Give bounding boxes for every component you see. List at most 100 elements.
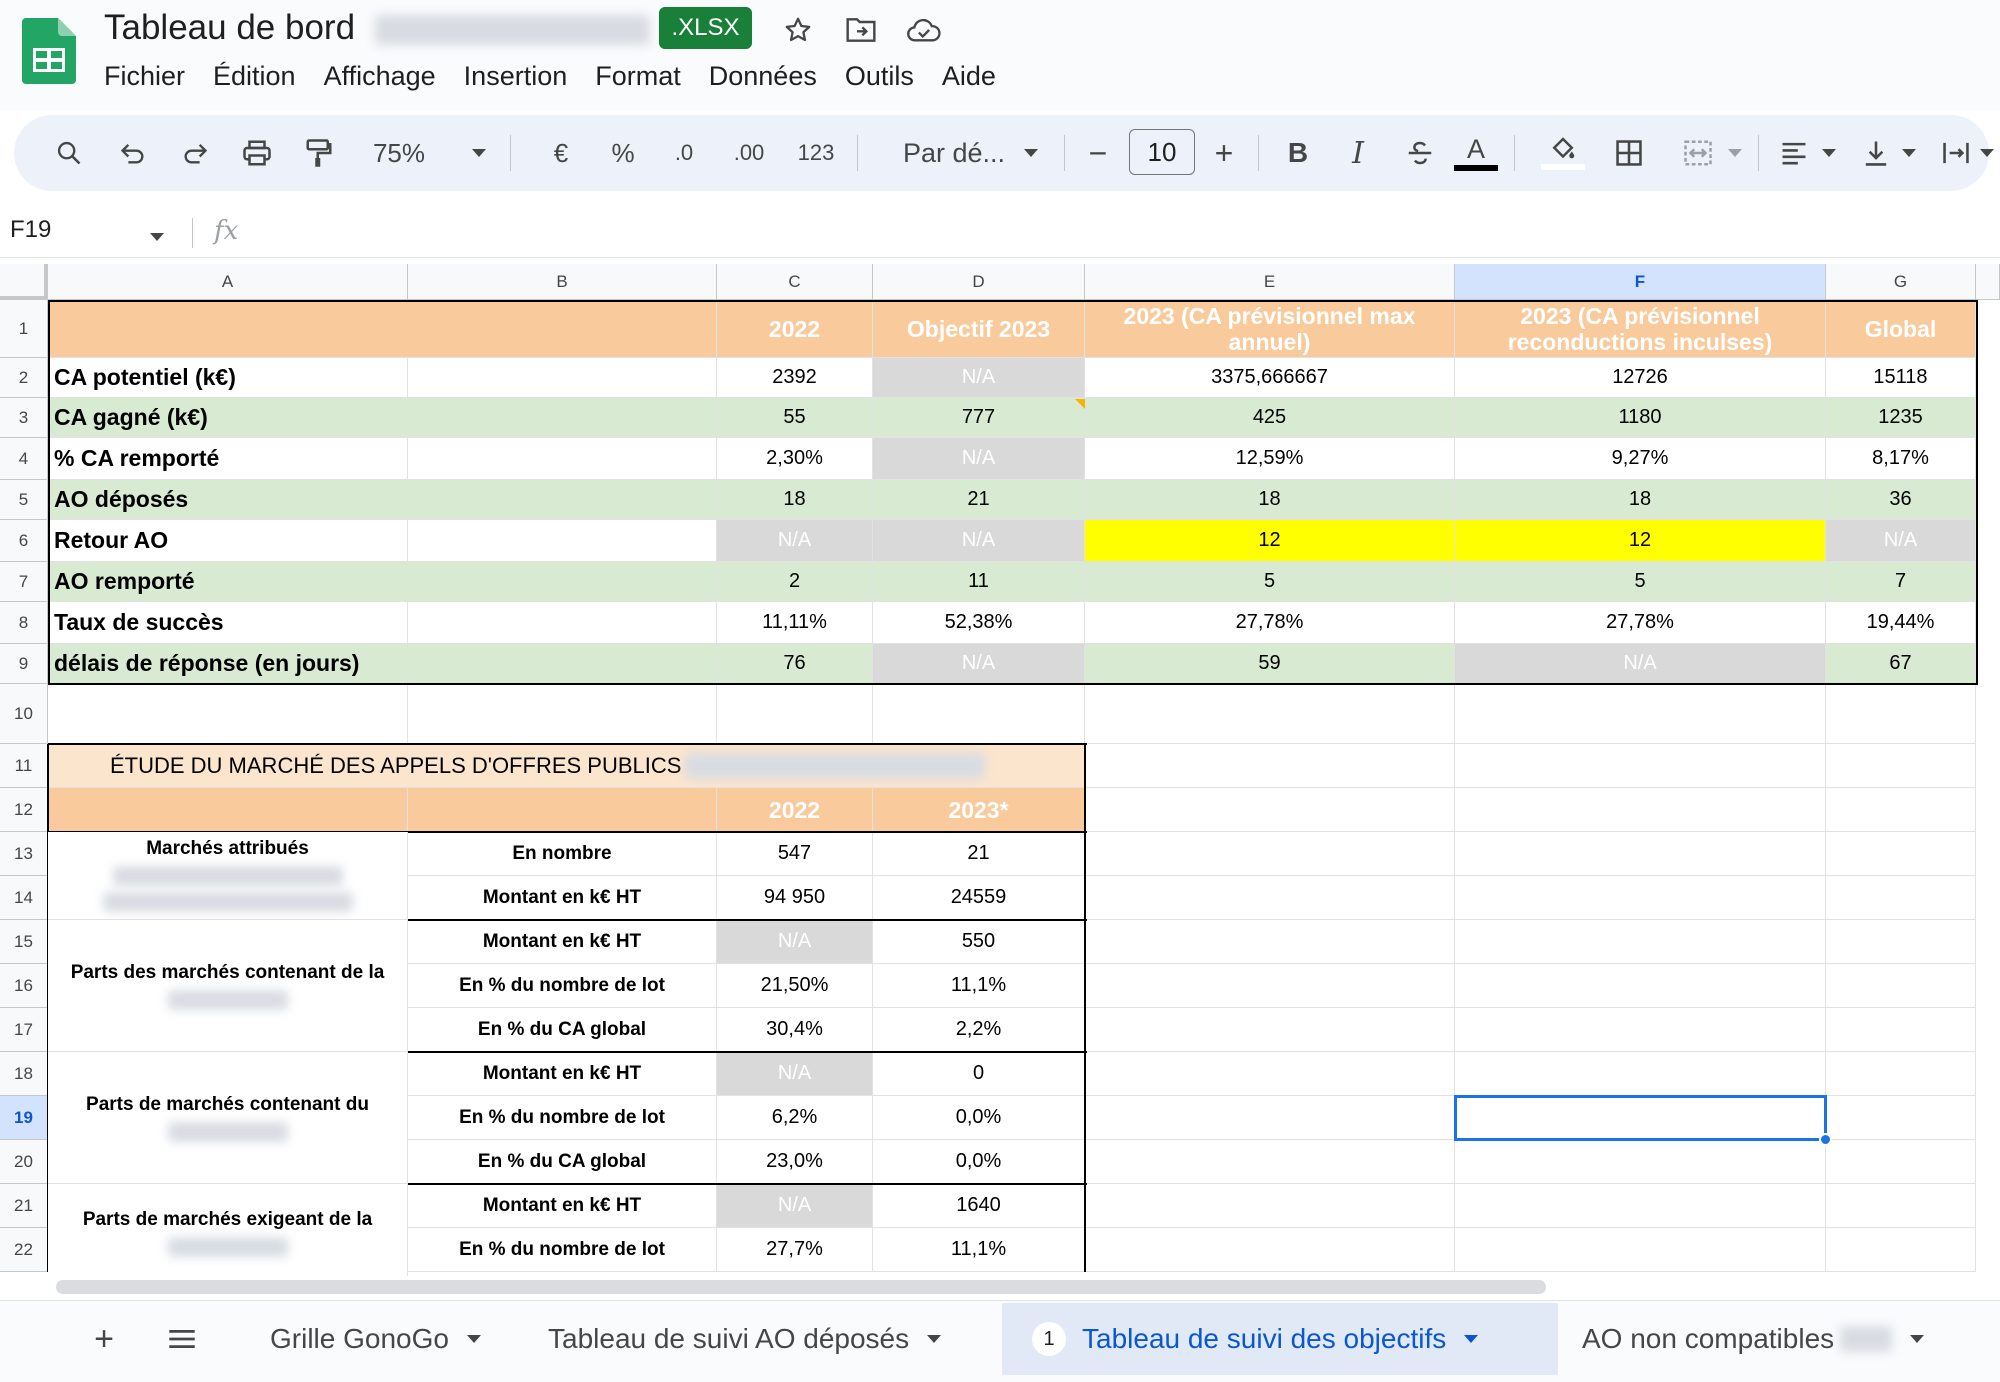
column-header-d[interactable]: D xyxy=(873,264,1085,300)
star-icon[interactable] xyxy=(778,10,818,50)
row-header-18[interactable]: 18 xyxy=(0,1052,48,1096)
table2-value-cell[interactable]: N/A xyxy=(717,920,873,964)
table1-value-cell[interactable]: 5 xyxy=(1455,562,1826,602)
table1-header-cell[interactable]: 2023 (CA prévisionnel max annuel) xyxy=(1085,300,1455,358)
table1-row-label[interactable]: CA gagné (k€) xyxy=(48,398,717,438)
grid-cell[interactable] xyxy=(1826,1008,1976,1052)
grid-cell[interactable] xyxy=(1455,1140,1826,1184)
table2-value-cell[interactable]: 0 xyxy=(873,1052,1085,1096)
sheet-tab-grille-gonogo[interactable]: Grille GonoGo xyxy=(270,1303,481,1375)
table1-value-cell[interactable]: N/A xyxy=(873,438,1085,480)
xlsx-format-badge[interactable]: .XLSX xyxy=(659,7,752,49)
grid-cell[interactable] xyxy=(408,684,717,744)
grid-cell[interactable] xyxy=(1826,920,1976,964)
table1-value-cell[interactable]: 5 xyxy=(1085,562,1455,602)
row-header-1[interactable]: 1 xyxy=(0,300,48,358)
grid-cell[interactable] xyxy=(1085,1140,1455,1184)
decrease-font-size-button[interactable]: − xyxy=(1078,115,1118,191)
grid-cell[interactable] xyxy=(1826,788,1976,832)
search-icon[interactable] xyxy=(44,115,94,191)
fill-color-icon[interactable] xyxy=(1538,115,1588,191)
table2-value-cell[interactable]: 11,1% xyxy=(873,964,1085,1008)
table2-value-cell[interactable]: 0,0% xyxy=(873,1140,1085,1184)
table2-header-cell[interactable]: 2023* xyxy=(873,788,1085,832)
table2-value-cell[interactable]: 0,0% xyxy=(873,1096,1085,1140)
table1-value-cell[interactable]: 2,30% xyxy=(717,438,873,480)
grid-cell[interactable] xyxy=(1455,684,1826,744)
zoom-dropdown-icon[interactable] xyxy=(464,115,494,191)
table1-value-cell[interactable]: 59 xyxy=(1085,644,1455,684)
chevron-down-icon[interactable] xyxy=(466,1335,481,1343)
table2-value-cell[interactable]: 547 xyxy=(717,832,873,876)
grid-cell[interactable] xyxy=(1826,964,1976,1008)
grid-cell[interactable] xyxy=(1455,1008,1826,1052)
table1-value-cell[interactable]: 12 xyxy=(1085,520,1455,562)
column-header-c[interactable]: C xyxy=(717,264,873,300)
row-header-12[interactable]: 12 xyxy=(0,788,48,832)
table2-value-cell[interactable]: 94 950 xyxy=(717,876,873,920)
grid-cell[interactable] xyxy=(1085,920,1455,964)
table1-row-label[interactable]: CA potentiel (k€) xyxy=(48,358,717,398)
row-header-14[interactable]: 14 xyxy=(0,876,48,920)
table1-value-cell[interactable]: N/A xyxy=(873,644,1085,684)
table2-value-cell[interactable]: N/A xyxy=(717,1052,873,1096)
select-all-corner[interactable] xyxy=(0,264,48,300)
grid-cell[interactable] xyxy=(1455,1228,1826,1272)
row-header-13[interactable]: 13 xyxy=(0,832,48,876)
add-sheet-icon[interactable]: + xyxy=(82,1303,126,1375)
row-header-5[interactable]: 5 xyxy=(0,480,48,520)
table2-metric-cell[interactable]: En nombre xyxy=(408,832,717,876)
table1-value-cell[interactable]: 52,38% xyxy=(873,602,1085,644)
number-format-button[interactable]: 123 xyxy=(788,115,844,191)
table1-value-cell[interactable]: 12,59% xyxy=(1085,438,1455,480)
table1-value-cell[interactable]: 11 xyxy=(873,562,1085,602)
table2-metric-cell[interactable]: En % du CA global xyxy=(408,1140,717,1184)
document-title[interactable]: Tableau de bord xyxy=(104,8,650,48)
text-wrapping-icon[interactable] xyxy=(1934,115,1978,191)
grid-cell[interactable] xyxy=(717,684,873,744)
column-header-b[interactable]: B xyxy=(408,264,717,300)
grid-cell[interactable] xyxy=(1826,1096,1976,1140)
row-header-11[interactable]: 11 xyxy=(0,744,48,788)
sheets-logo-icon[interactable] xyxy=(22,18,76,84)
table2-value-cell[interactable]: 27,7% xyxy=(717,1228,873,1272)
table1-value-cell[interactable]: 76 xyxy=(717,644,873,684)
menu-insertion[interactable]: Insertion xyxy=(450,56,582,96)
sheet-tab-suivi-ao-deposes[interactable]: Tableau de suivi AO déposés xyxy=(548,1303,942,1375)
wrap-dropdown-icon[interactable] xyxy=(1974,115,2000,191)
print-icon[interactable] xyxy=(232,115,282,191)
menu-edition[interactable]: Édition xyxy=(199,56,310,96)
table1-row-label[interactable]: Retour AO xyxy=(48,520,717,562)
table2-value-cell[interactable]: 11,1% xyxy=(873,1228,1085,1272)
grid-cell[interactable] xyxy=(1455,744,1826,788)
valign-dropdown-icon[interactable] xyxy=(1896,115,1922,191)
vertical-align-icon[interactable] xyxy=(1854,115,1898,191)
fill-handle[interactable] xyxy=(1819,1133,1832,1146)
table2-value-cell[interactable]: 21,50% xyxy=(717,964,873,1008)
column-header-g[interactable]: G xyxy=(1826,264,1976,300)
grid-cell[interactable] xyxy=(1826,744,1976,788)
formula-input[interactable] xyxy=(270,214,1970,252)
table1-value-cell[interactable]: 27,78% xyxy=(1455,602,1826,644)
table1-value-cell[interactable]: 15118 xyxy=(1826,358,1976,398)
table1-value-cell[interactable]: N/A xyxy=(717,520,873,562)
grid-cell[interactable] xyxy=(1455,1096,1826,1140)
row-header-19[interactable]: 19 xyxy=(0,1096,48,1140)
table1-value-cell[interactable]: 18 xyxy=(717,480,873,520)
grid-cell[interactable] xyxy=(1455,1184,1826,1228)
table1-value-cell[interactable]: 9,27% xyxy=(1455,438,1826,480)
row-header-9[interactable]: 9 xyxy=(0,644,48,684)
table2-value-cell[interactable]: 24559 xyxy=(873,876,1085,920)
table1-row-label[interactable]: % CA remporté xyxy=(48,438,717,480)
table2-value-cell[interactable]: 1640 xyxy=(873,1184,1085,1228)
table2-metric-cell[interactable]: Montant en k€ HT xyxy=(408,920,717,964)
menu-format[interactable]: Format xyxy=(581,56,695,96)
grid-cell[interactable] xyxy=(1455,788,1826,832)
row-header-4[interactable]: 4 xyxy=(0,438,48,480)
grid-cell[interactable] xyxy=(1455,876,1826,920)
grid-cell[interactable] xyxy=(1826,1184,1976,1228)
column-header-f[interactable]: F xyxy=(1455,264,1826,300)
table1-value-cell[interactable]: 3375,666667 xyxy=(1085,358,1455,398)
table1-value-cell[interactable]: 7 xyxy=(1826,562,1976,602)
table1-value-cell[interactable]: 11,11% xyxy=(717,602,873,644)
